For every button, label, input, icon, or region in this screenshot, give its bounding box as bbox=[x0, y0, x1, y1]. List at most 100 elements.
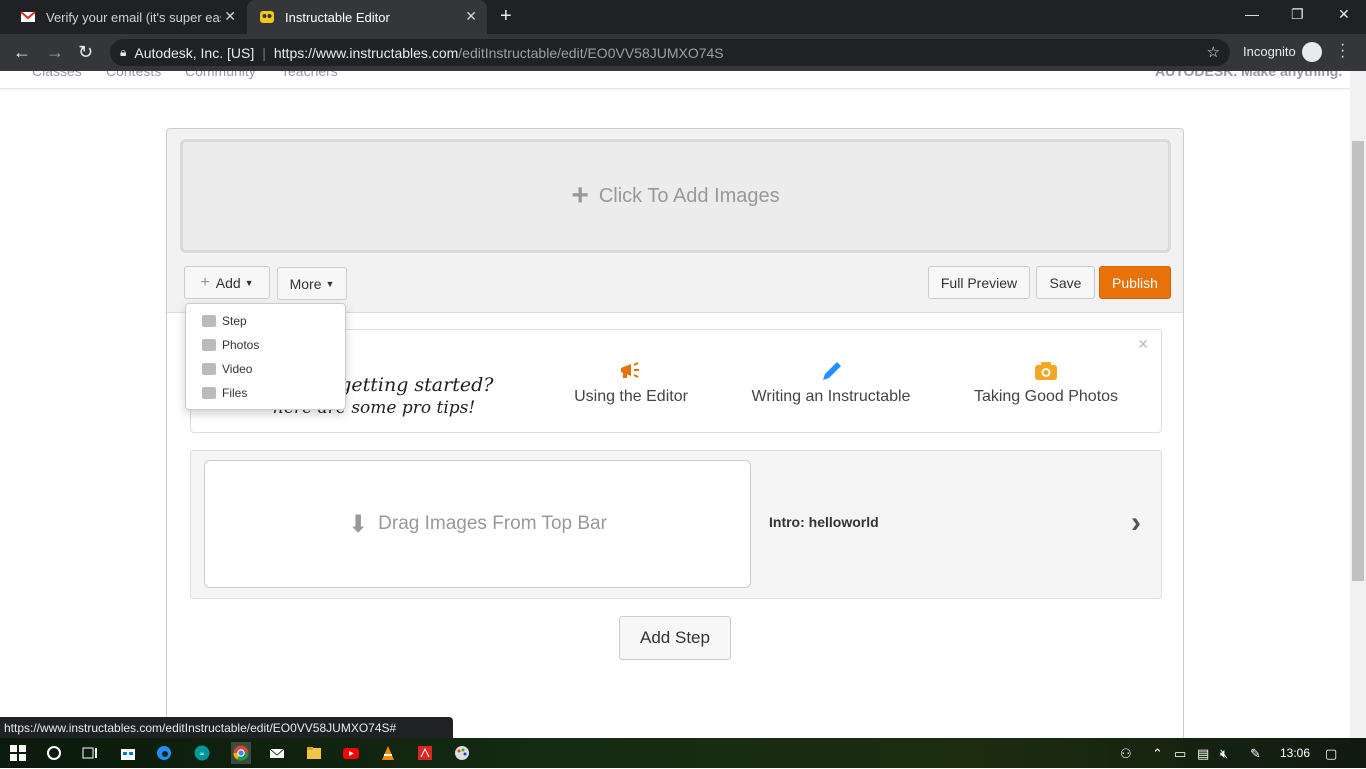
page-scrollbar[interactable] bbox=[1350, 71, 1366, 738]
battery-icon[interactable]: ▭ bbox=[1174, 746, 1186, 762]
separator: | bbox=[262, 44, 266, 61]
tip-taking-photos[interactable]: Taking Good Photos bbox=[971, 360, 1121, 406]
drop-zone-label: Drag Images From Top Bar bbox=[378, 513, 607, 534]
browser-tab-bar: Verify your email (it's super easy) ✕ In… bbox=[0, 0, 1366, 34]
menu-item-photos[interactable]: Photos bbox=[202, 336, 259, 354]
task-view-icon[interactable] bbox=[82, 745, 98, 761]
nav-contests[interactable]: Contests bbox=[106, 71, 161, 79]
link-status-bar: https://www.instructables.com/editInstru… bbox=[0, 717, 453, 738]
camera-icon bbox=[1034, 360, 1058, 382]
site-identity[interactable]: Autodesk, Inc. [US] bbox=[134, 45, 254, 61]
add-images-label: Click To Add Images bbox=[598, 184, 780, 207]
menu-item-label: Photos bbox=[222, 338, 260, 352]
pencil-icon bbox=[819, 360, 843, 382]
mail-icon[interactable] bbox=[269, 745, 285, 761]
svg-text:∞: ∞ bbox=[199, 750, 205, 758]
add-images-area[interactable]: + Click To Add Images bbox=[180, 139, 1171, 253]
arrow-down-icon: ⬇ bbox=[348, 510, 369, 538]
paint-icon[interactable] bbox=[454, 745, 470, 761]
tips-heading: p getting started? bbox=[321, 374, 494, 396]
step-card: ⬇ Drag Images From Top Bar Intro: hellow… bbox=[190, 450, 1162, 599]
store-icon[interactable] bbox=[120, 745, 136, 761]
back-icon[interactable]: ← bbox=[13, 42, 31, 63]
tab-gmail[interactable]: Verify your email (it's super easy) ✕ bbox=[8, 0, 246, 34]
menu-item-label: Files bbox=[222, 386, 248, 400]
close-tab-icon[interactable]: ✕ bbox=[224, 8, 236, 25]
restore-icon[interactable]: ❐ bbox=[1291, 6, 1304, 23]
chrome-icon[interactable] bbox=[231, 742, 251, 764]
nav-teachers[interactable]: Teachers bbox=[281, 71, 338, 79]
tip-label: Taking Good Photos bbox=[973, 388, 1119, 405]
chevron-up-icon[interactable]: ⌃ bbox=[1152, 746, 1163, 762]
full-preview-button[interactable]: Full Preview bbox=[928, 266, 1030, 299]
search-circle-icon[interactable] bbox=[46, 745, 62, 761]
notifications-icon[interactable]: ▢ bbox=[1325, 746, 1337, 762]
address-toolbar: ← → ↻ 🔒︎ Autodesk, Inc. [US] | https://w… bbox=[0, 34, 1366, 71]
add-step-button[interactable]: Add Step bbox=[619, 616, 731, 660]
arduino-icon[interactable]: ∞ bbox=[194, 745, 210, 761]
more-button-label: More bbox=[289, 275, 322, 292]
paperclip-icon bbox=[202, 387, 216, 399]
tab-title: Instructable Editor bbox=[285, 9, 390, 25]
add-button-label: Add bbox=[215, 274, 241, 291]
vlc-icon[interactable] bbox=[380, 745, 396, 761]
instructables-robot-icon bbox=[259, 9, 275, 25]
address-bar[interactable]: 🔒︎ Autodesk, Inc. [US] | https://www.ins… bbox=[110, 39, 1230, 66]
menu-dots-icon[interactable]: · · · bbox=[1340, 37, 1345, 65]
bookmark-star-icon[interactable]: ☆ bbox=[1207, 43, 1220, 61]
close-tips-icon[interactable]: ✕ bbox=[1137, 336, 1149, 353]
incognito-icon[interactable] bbox=[1302, 42, 1322, 62]
windows-taskbar: ∞ ⚇ ⌃ ▭ ▤ 🔇︎ ✎ 13:06 ▢ bbox=[0, 738, 1366, 768]
windows-start-icon[interactable] bbox=[10, 745, 26, 761]
tip-writing-instructable[interactable]: Writing an Instructable bbox=[741, 360, 921, 406]
tip-using-editor[interactable]: Using the Editor bbox=[561, 360, 701, 406]
network-icon[interactable]: ▤ bbox=[1197, 746, 1209, 762]
tip-label: Using the Editor bbox=[574, 388, 688, 405]
page-content: Classes Contests Community Teachers AUTO… bbox=[0, 71, 1350, 738]
scrollbar-thumb[interactable] bbox=[1352, 141, 1364, 581]
tab-title: Verify your email (it's super easy) bbox=[46, 9, 221, 25]
video-icon bbox=[202, 363, 216, 375]
pen-workspace-icon[interactable]: ✎ bbox=[1250, 746, 1261, 762]
volume-muted-icon[interactable]: 🔇︎ bbox=[1220, 746, 1228, 762]
file-explorer-icon[interactable] bbox=[306, 745, 322, 761]
add-button[interactable]: + Add ▼ bbox=[184, 266, 270, 299]
gmail-icon bbox=[20, 9, 36, 25]
url-host: https://www.instructables.com bbox=[273, 44, 459, 61]
editor-panel: + Click To Add Images + Add ▼ More ▼ Ful… bbox=[166, 128, 1184, 738]
tab-instructable-editor[interactable]: Instructable Editor ✕ bbox=[247, 0, 487, 34]
menu-item-label: Step bbox=[222, 314, 247, 328]
publish-button[interactable]: Publish bbox=[1099, 266, 1171, 299]
reload-icon[interactable]: ↻ bbox=[78, 42, 93, 63]
menu-item-video[interactable]: Video bbox=[202, 360, 252, 378]
menu-item-label: Video bbox=[222, 362, 253, 376]
chevron-right-icon[interactable]: › bbox=[1131, 506, 1141, 540]
step-title[interactable]: Intro: helloworld bbox=[769, 514, 879, 530]
menu-item-files[interactable]: Files bbox=[202, 384, 247, 402]
close-window-icon[interactable]: ✕ bbox=[1338, 6, 1350, 23]
save-button[interactable]: Save bbox=[1036, 266, 1095, 299]
plus-icon: + bbox=[571, 179, 589, 212]
forward-icon[interactable]: → bbox=[46, 42, 64, 63]
image-drop-zone[interactable]: ⬇ Drag Images From Top Bar bbox=[204, 460, 751, 588]
nav-community[interactable]: Community bbox=[185, 71, 256, 79]
lock-icon: 🔒︎ bbox=[120, 45, 127, 59]
camera-icon bbox=[202, 339, 216, 351]
new-tab-icon[interactable]: + bbox=[500, 5, 512, 28]
pdf-reader-icon[interactable] bbox=[417, 745, 433, 761]
clock[interactable]: 13:06 bbox=[1280, 746, 1310, 760]
menu-item-step[interactable]: Step bbox=[202, 312, 247, 330]
youtube-icon[interactable] bbox=[343, 745, 359, 761]
people-icon[interactable]: ⚇ bbox=[1120, 746, 1132, 762]
nav-classes[interactable]: Classes bbox=[32, 71, 82, 79]
close-tab-icon[interactable]: ✕ bbox=[465, 8, 477, 25]
megaphone-icon bbox=[619, 360, 643, 382]
plus-icon: + bbox=[200, 273, 210, 291]
caret-down-icon: ▼ bbox=[244, 277, 254, 288]
more-button[interactable]: More ▼ bbox=[277, 267, 347, 300]
minimize-icon[interactable]: — bbox=[1245, 6, 1259, 22]
incognito-label: Incognito bbox=[1243, 44, 1296, 59]
tip-label: Writing an Instructable bbox=[751, 388, 911, 405]
autodesk-logo[interactable]: AUTODESK. Make anything. bbox=[1155, 71, 1342, 79]
edge-icon[interactable] bbox=[156, 745, 172, 761]
